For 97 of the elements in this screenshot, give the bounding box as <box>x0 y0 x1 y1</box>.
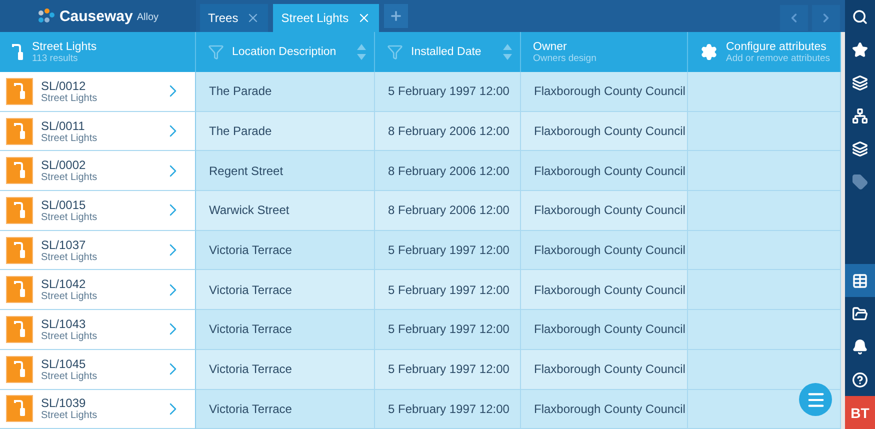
street-light-icon <box>14 162 26 180</box>
add-tab-button[interactable] <box>384 4 408 28</box>
product-name: Alloy <box>136 12 159 23</box>
sidebar-button[interactable] <box>845 264 875 297</box>
table-cell: 5 February 1997 12:00 <box>375 350 521 390</box>
list-item[interactable]: SL/1037 Street Lights <box>0 230 196 270</box>
item-type: Street Lights <box>41 330 98 342</box>
table-cell: Victoria Terrace <box>196 390 375 429</box>
user-avatar[interactable]: BT <box>845 396 875 429</box>
column-title: Installed Date <box>411 46 482 58</box>
street-light-icon <box>12 44 24 60</box>
table-cell: 5 February 1997 12:00 <box>375 310 521 350</box>
table-icon <box>852 272 868 288</box>
item-id: SL/1045 <box>41 356 87 371</box>
table-cell: Flaxborough County Council <box>521 350 688 390</box>
item-type: Street Lights <box>41 370 98 382</box>
table-cell: Flaxborough County Council <box>521 230 688 270</box>
item-type: Street Lights <box>41 172 98 184</box>
tag-icon <box>852 174 868 190</box>
list-item[interactable]: SL/0011 Street Lights <box>0 112 196 152</box>
table-cell: Victoria Terrace <box>196 230 375 270</box>
street-light-icon <box>14 82 26 100</box>
logo-icon <box>37 8 56 24</box>
list-item[interactable]: SL/0012 Street Lights <box>0 72 196 112</box>
table-cell: 5 February 1997 12:00 <box>375 390 521 429</box>
table-cell: Flaxborough County Council <box>521 191 688 231</box>
list-item[interactable]: SL/1045 Street Lights <box>0 350 196 390</box>
column-title: Location Description <box>232 46 338 58</box>
scroll-left-button[interactable] <box>780 5 808 31</box>
item-id: SL/1042 <box>41 277 87 292</box>
column-subtitle: Owners design <box>533 52 598 64</box>
table-cell: 8 February 2006 12:00 <box>375 191 521 231</box>
plus-icon[interactable] <box>388 9 403 23</box>
item-type: Street Lights <box>41 291 98 302</box>
table-cell: Flaxborough County Council <box>521 270 688 310</box>
item-id: SL/0011 <box>41 118 86 133</box>
search-icon <box>852 8 868 24</box>
table-cell: Warwick Street <box>196 191 375 231</box>
table-cell: 5 February 1997 12:00 <box>375 270 521 310</box>
item-id: SL/0015 <box>41 198 87 212</box>
network-icon <box>852 108 868 124</box>
list-item[interactable]: SL/1039 Street Lights <box>0 390 196 429</box>
table-cell: 8 February 2006 12:00 <box>375 151 521 192</box>
table-cell: Flaxborough County Council <box>521 112 688 152</box>
item-type: Street Lights <box>41 252 98 263</box>
item-id: SL/1037 <box>41 238 87 252</box>
table-cell: Victoria Terrace <box>196 270 375 310</box>
street-light-icon <box>14 360 26 378</box>
table-cell: Regent Street <box>196 151 375 192</box>
filter-icon[interactable] <box>208 44 224 60</box>
street-light-icon <box>14 400 26 418</box>
table-cell: Victoria Terrace <box>196 310 375 350</box>
list-item[interactable]: SL/1043 Street Lights <box>0 310 196 350</box>
item-id: SL/0002 <box>41 158 87 172</box>
bell-icon <box>852 338 868 354</box>
item-type: Street Lights <box>41 410 98 422</box>
brand-name: Causeway <box>59 8 133 24</box>
layers-icon <box>852 140 868 156</box>
street-light-icon <box>14 242 26 259</box>
table-cell: 8 February 2006 12:00 <box>375 112 521 152</box>
table-cell: Flaxborough County Council <box>521 310 688 350</box>
tab[interactable]: Trees <box>200 4 268 32</box>
table-cell: The Parade <box>196 72 375 112</box>
column-subtitle: Add or remove attributes <box>726 52 832 64</box>
table-cell: Flaxborough County Council <box>521 151 688 192</box>
street-light-icon <box>14 320 26 338</box>
street-light-icon <box>14 202 26 219</box>
street-light-icon <box>14 281 26 298</box>
star-icon <box>852 42 868 58</box>
list-item[interactable]: SL/0002 Street Lights <box>0 151 196 192</box>
help-icon <box>852 372 868 388</box>
filter-icon[interactable] <box>387 44 403 60</box>
sort-icon[interactable] <box>503 44 512 60</box>
item-id: SL/0012 <box>41 78 87 93</box>
result-count: 113 results <box>32 52 79 64</box>
sort-icon[interactable] <box>357 44 366 60</box>
street-light-icon <box>14 122 26 140</box>
table-cell: 5 February 1997 12:00 <box>375 230 521 270</box>
table-cell: The Parade <box>196 112 375 152</box>
item-type: Street Lights <box>41 212 98 223</box>
table-cell: 5 February 1997 12:00 <box>375 72 521 112</box>
settings-icon[interactable] <box>700 43 718 61</box>
list-item[interactable]: SL/1042 Street Lights <box>0 270 196 310</box>
table-cell: Victoria Terrace <box>196 350 375 390</box>
folder-icon <box>852 306 868 322</box>
item-type: Street Lights <box>41 92 98 104</box>
column-title: Owner <box>533 40 568 52</box>
column-title: Configure attributes <box>726 40 828 52</box>
item-id: SL/1043 <box>41 316 87 331</box>
table-cell: Flaxborough County Council <box>521 72 688 112</box>
layers-icon <box>852 74 868 90</box>
list-item[interactable]: SL/0015 Street Lights <box>0 191 196 231</box>
item-id: SL/1039 <box>41 396 87 410</box>
item-type: Street Lights <box>41 132 98 144</box>
table-cell: Flaxborough County Council <box>521 390 688 429</box>
scroll-right-button[interactable] <box>812 5 840 31</box>
list-title: Street Lights <box>32 40 98 52</box>
